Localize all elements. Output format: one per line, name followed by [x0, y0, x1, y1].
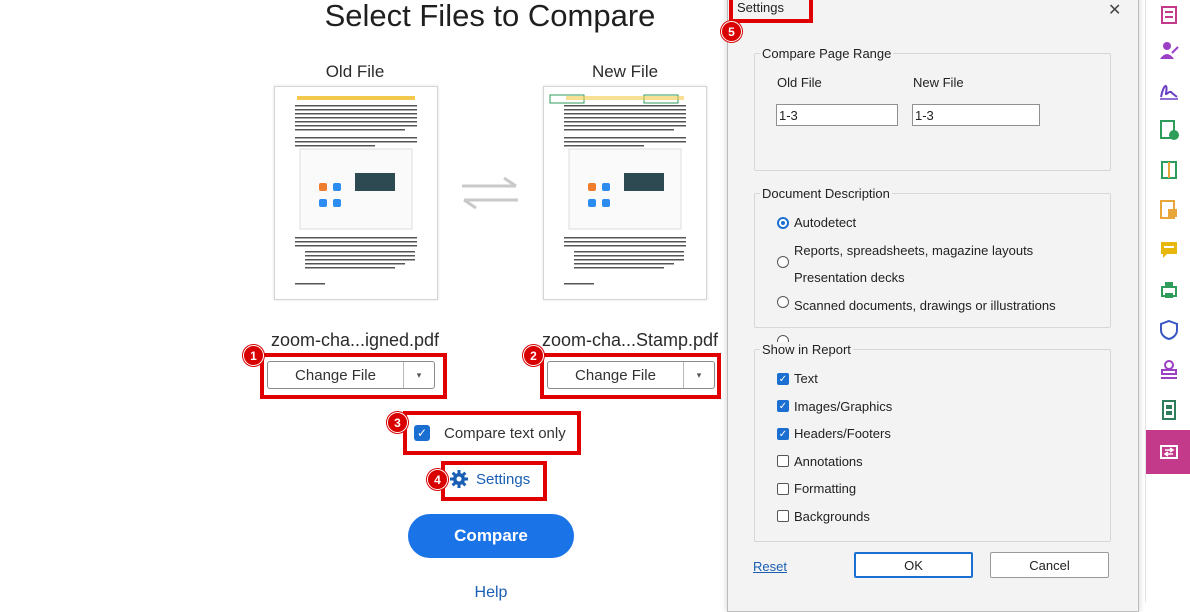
- compare-text-only-label[interactable]: Compare text only: [444, 425, 566, 442]
- annotation-badge-2: 2: [523, 345, 544, 366]
- new-file-label: New File: [591, 62, 659, 81]
- radio-presentation-label[interactable]: Presentation decks: [794, 270, 905, 285]
- page-range-group-label: Compare Page Range: [760, 46, 894, 61]
- export-pdf-icon[interactable]: [1146, 110, 1190, 150]
- cancel-button[interactable]: Cancel: [990, 552, 1109, 578]
- checkbox-annotations[interactable]: [777, 455, 789, 467]
- annotation-badge-5: 5: [721, 21, 742, 42]
- print-production-icon[interactable]: [1146, 270, 1190, 310]
- chevron-down-icon[interactable]: ▾: [684, 362, 714, 388]
- annotation-badge-1: 1: [243, 345, 264, 366]
- chevron-down-icon[interactable]: ▾: [404, 362, 434, 388]
- signature-icon[interactable]: [1146, 70, 1190, 110]
- checkbox-formatting-label[interactable]: Formatting: [794, 481, 856, 496]
- old-change-file-button[interactable]: Change File ▾: [267, 361, 435, 389]
- radio-reports[interactable]: [777, 256, 789, 268]
- checkbox-backgrounds-label[interactable]: Backgrounds: [794, 509, 870, 524]
- radio-autodetect-label[interactable]: Autodetect: [794, 215, 856, 230]
- dialog-title: Settings: [737, 0, 784, 15]
- checkbox-headers[interactable]: ✓: [777, 428, 789, 440]
- new-range-label: New File: [913, 75, 964, 90]
- checkbox-images-label[interactable]: Images/Graphics: [794, 399, 892, 414]
- compare-button[interactable]: Compare: [408, 514, 574, 558]
- new-page-range-input[interactable]: 1-3: [912, 104, 1040, 126]
- ok-button[interactable]: OK: [854, 552, 973, 578]
- checkbox-images[interactable]: ✓: [777, 400, 789, 412]
- compress-icon[interactable]: [1146, 150, 1190, 190]
- help-link[interactable]: Help: [456, 584, 526, 602]
- checkbox-text-label[interactable]: Text: [794, 371, 818, 386]
- radio-autodetect[interactable]: [777, 217, 789, 229]
- old-file-label: Old File: [325, 62, 385, 81]
- swap-arrows-icon: [462, 176, 518, 210]
- old-range-label: Old File: [777, 75, 822, 90]
- annotation-badge-4: 4: [427, 469, 448, 490]
- stamp-icon[interactable]: [1146, 350, 1190, 390]
- reset-link[interactable]: Reset: [753, 559, 787, 574]
- new-change-file-label[interactable]: Change File: [548, 362, 684, 388]
- radio-reports-label[interactable]: Reports, spreadsheets, magazine layouts: [794, 243, 1033, 258]
- checkbox-text[interactable]: ✓: [777, 373, 789, 385]
- old-file-name: zoom-cha...igned.pdf: [270, 330, 440, 350]
- organize-pages-icon[interactable]: [1146, 0, 1190, 30]
- checkbox-headers-label[interactable]: Headers/Footers: [794, 426, 891, 441]
- compare-text-only-checkbox[interactable]: ✓: [414, 425, 430, 441]
- checkbox-formatting[interactable]: [777, 483, 789, 495]
- radio-presentation[interactable]: [777, 296, 789, 308]
- comment-icon[interactable]: [1146, 230, 1190, 270]
- document-preview-icon: [549, 94, 686, 285]
- right-tool-rail: [1145, 0, 1190, 602]
- close-icon[interactable]: ✕: [1108, 0, 1121, 20]
- radio-scanned-label[interactable]: Scanned documents, drawings or illustrat…: [794, 298, 1056, 313]
- checkbox-annotations-label[interactable]: Annotations: [794, 454, 863, 469]
- comment-file-icon[interactable]: [1146, 190, 1190, 230]
- settings-link[interactable]: Settings: [476, 471, 530, 488]
- film-icon[interactable]: [1146, 390, 1190, 430]
- gear-icon[interactable]: [449, 469, 469, 489]
- checkbox-backgrounds[interactable]: [777, 510, 789, 522]
- document-description-group-label: Document Description: [760, 186, 892, 201]
- old-change-file-label[interactable]: Change File: [268, 362, 404, 388]
- document-preview-icon: [295, 96, 417, 285]
- new-file-name: zoom-cha...Stamp.pdf: [541, 330, 719, 350]
- new-change-file-button[interactable]: Change File ▾: [547, 361, 715, 389]
- fill-sign-icon[interactable]: [1146, 30, 1190, 70]
- old-file-thumbnail[interactable]: [274, 86, 438, 300]
- protect-icon[interactable]: [1146, 310, 1190, 350]
- new-file-thumbnail[interactable]: [543, 86, 707, 300]
- annotation-badge-3: 3: [387, 412, 408, 433]
- compare-files-icon[interactable]: [1146, 430, 1190, 474]
- old-page-range-input[interactable]: 1-3: [776, 104, 898, 126]
- show-in-report-group-label: Show in Report: [760, 342, 853, 357]
